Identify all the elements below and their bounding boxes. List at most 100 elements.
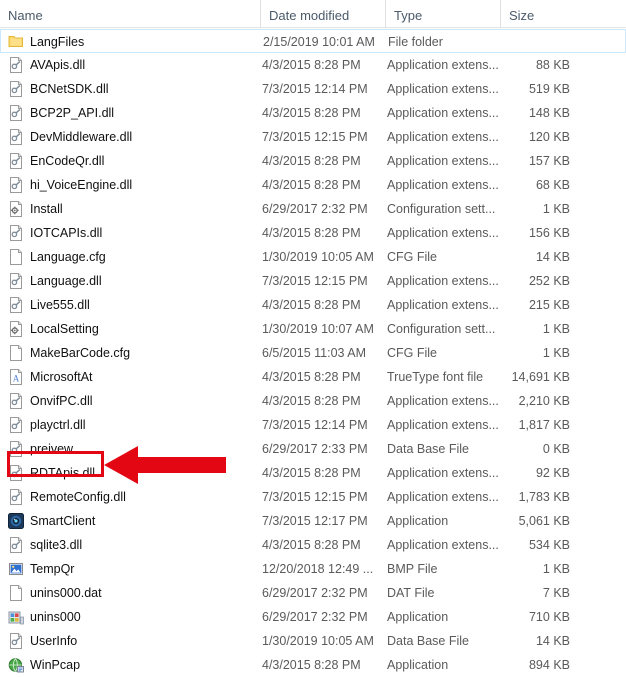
table-row[interactable]: Language.dll 7/3/2015 12:15 PM Application… bbox=[0, 269, 626, 293]
column-header-name[interactable]: Name bbox=[0, 0, 260, 28]
table-row[interactable]: OnvifPC.dll 4/3/2015 8:28 PM Application e… bbox=[0, 389, 626, 413]
table-row[interactable]: MakeBarCode.cfg 6/5/2015 11:03 AM CFG File… bbox=[0, 341, 626, 365]
cell-size: 1 KB bbox=[542, 202, 570, 216]
table-row[interactable]: DevMiddleware.dll 7/3/2015 12:15 PM Applic… bbox=[0, 125, 626, 149]
table-row[interactable]: unins000.dat 6/29/2017 2:32 PM DAT File 7 K… bbox=[0, 581, 626, 605]
cell-type: DAT File bbox=[387, 586, 435, 600]
table-row[interactable]: SmartClient 7/3/2015 12:17 PM Application 5… bbox=[0, 509, 626, 533]
cell-date-modified: 1/30/2019 10:05 AM bbox=[262, 250, 374, 264]
cell-type: File folder bbox=[388, 35, 443, 49]
cell-date-modified: 4/3/2015 8:28 PM bbox=[262, 298, 361, 312]
cell-date-modified: 7/3/2015 12:17 PM bbox=[262, 514, 368, 528]
cell-type: Application bbox=[387, 610, 449, 624]
table-row[interactable]: Install 6/29/2017 2:32 PM Configuration se… bbox=[0, 197, 626, 221]
table-row[interactable]: TempQr 12/20/2018 12:49 ... BMP File 1 KB bbox=[0, 557, 626, 581]
cell-date-modified: 7/3/2015 12:14 PM bbox=[262, 418, 368, 432]
cell-date-modified: 6/29/2017 2:32 PM bbox=[262, 586, 368, 600]
table-row[interactable]: LangFiles 2/15/2019 10:01 AM File folder bbox=[0, 29, 626, 53]
cell-size: 894 KB bbox=[528, 658, 570, 672]
cell-size: 92 KB bbox=[535, 466, 570, 480]
cell-date-modified: 7/3/2015 12:14 PM bbox=[262, 82, 368, 96]
table-row[interactable]: EnCodeQr.dll 4/3/2015 8:28 PM Application … bbox=[0, 149, 626, 173]
cell-date-modified: 7/3/2015 12:15 PM bbox=[262, 490, 368, 504]
cell-file-name: IOTCAPIs.dll bbox=[30, 226, 103, 240]
cell-size: 14 KB bbox=[535, 250, 570, 264]
cell-type: Application extens... bbox=[387, 58, 499, 72]
table-row[interactable]: UserInfo 1/30/2019 10:05 AM Data Base File… bbox=[0, 629, 626, 653]
cell-type: Application bbox=[387, 658, 449, 672]
table-row[interactable]: preivew 6/29/2017 2:33 PM Data Base File 0 … bbox=[0, 437, 626, 461]
cell-type: Application extens... bbox=[387, 466, 499, 480]
column-header-type[interactable]: Type bbox=[385, 0, 500, 28]
cell-size: 519 KB bbox=[528, 82, 570, 96]
cell-size: 1,817 KB bbox=[518, 418, 570, 432]
cell-type: Application bbox=[387, 514, 449, 528]
cell-type: Application extens... bbox=[387, 226, 499, 240]
cell-size: 1,783 KB bbox=[518, 490, 570, 504]
table-row[interactable]: hi_VoiceEngine.dll 4/3/2015 8:28 PM Applic… bbox=[0, 173, 626, 197]
file-list: LangFiles 2/15/2019 10:01 AM File folder AV… bbox=[0, 29, 626, 677]
table-row[interactable]: IOTCAPIs.dll 4/3/2015 8:28 PM Application … bbox=[0, 221, 626, 245]
cell-type: Configuration sett... bbox=[387, 202, 496, 216]
cell-size bbox=[501, 30, 571, 54]
cell-type: Application extens... bbox=[387, 394, 499, 408]
cell-date-modified: 4/3/2015 8:28 PM bbox=[262, 370, 361, 384]
cell-file-name: LocalSetting bbox=[30, 322, 99, 336]
table-row[interactable]: BCNetSDK.dll 7/3/2015 12:14 PM Application… bbox=[0, 77, 626, 101]
cell-file-name: sqlite3.dll bbox=[30, 538, 83, 552]
table-row[interactable]: AVApis.dll 4/3/2015 8:28 PM Application ex… bbox=[0, 53, 626, 77]
cell-file-name: RDTApis.dll bbox=[30, 466, 96, 480]
cell-file-name: Live555.dll bbox=[30, 298, 90, 312]
cell-file-name: EnCodeQr.dll bbox=[30, 154, 105, 168]
table-row[interactable]: sqlite3.dll 4/3/2015 8:28 PM Application e… bbox=[0, 533, 626, 557]
cell-type: Configuration sett... bbox=[387, 322, 496, 336]
cell-size: 534 KB bbox=[528, 538, 570, 552]
cell-type: Application extens... bbox=[387, 154, 499, 168]
cell-date-modified: 4/3/2015 8:28 PM bbox=[262, 394, 361, 408]
table-row[interactable]: RemoteConfig.dll 7/3/2015 12:15 PM Applica… bbox=[0, 485, 626, 509]
table-row[interactable]: LocalSetting 1/30/2019 10:07 AM Configurat… bbox=[0, 317, 626, 341]
cell-file-name: unins000 bbox=[30, 610, 81, 624]
cell-type: CFG File bbox=[387, 346, 437, 360]
cell-date-modified: 6/29/2017 2:32 PM bbox=[262, 610, 368, 624]
cell-type: Application extens... bbox=[387, 538, 499, 552]
cell-type: Application extens... bbox=[387, 178, 499, 192]
cell-size: 148 KB bbox=[528, 106, 570, 120]
table-row[interactable]: Live555.dll 4/3/2015 8:28 PM Application e… bbox=[0, 293, 626, 317]
cell-file-name: WinPcap bbox=[30, 658, 81, 672]
table-row[interactable]: WinPcap 4/3/2015 8:28 PM Application 894 KB bbox=[0, 653, 626, 677]
table-row[interactable]: Language.cfg 1/30/2019 10:05 AM CFG File 14… bbox=[0, 245, 626, 269]
table-row[interactable]: unins000 6/29/2017 2:32 PM Application 710 … bbox=[0, 605, 626, 629]
table-row[interactable]: playctrl.dll 7/3/2015 12:14 PM Application… bbox=[0, 413, 626, 437]
table-row[interactable]: BCP2P_API.dll 4/3/2015 8:28 PM Application… bbox=[0, 101, 626, 125]
cell-date-modified: 6/5/2015 11:03 AM bbox=[262, 346, 367, 360]
table-row[interactable]: A MicrosoftAt 4/3/2015 8:28 PM TrueType fon… bbox=[0, 365, 626, 389]
cell-type: Application extens... bbox=[387, 106, 499, 120]
cell-date-modified: 4/3/2015 8:28 PM bbox=[262, 178, 361, 192]
cell-date-modified: 12/20/2018 12:49 ... bbox=[262, 562, 374, 576]
column-header-row: Name Date modified Type Size bbox=[0, 0, 626, 28]
column-header-size[interactable]: Size bbox=[500, 0, 626, 28]
cell-date-modified: 7/3/2015 12:15 PM bbox=[262, 274, 368, 288]
cell-file-name: AVApis.dll bbox=[30, 58, 86, 72]
cell-file-name: hi_VoiceEngine.dll bbox=[30, 178, 133, 192]
cell-type: Application extens... bbox=[387, 298, 499, 312]
cell-size: 2,210 KB bbox=[518, 394, 570, 408]
cell-file-name: BCP2P_API.dll bbox=[30, 106, 115, 120]
cell-file-name: UserInfo bbox=[30, 634, 78, 648]
cell-date-modified: 4/3/2015 8:28 PM bbox=[262, 538, 361, 552]
table-row[interactable]: RDTApis.dll 4/3/2015 8:28 PM Application e… bbox=[0, 461, 626, 485]
cell-type: Application extens... bbox=[387, 418, 499, 432]
cell-size: 156 KB bbox=[528, 226, 570, 240]
cell-file-name: MicrosoftAt bbox=[30, 370, 93, 384]
cell-date-modified: 4/3/2015 8:28 PM bbox=[262, 226, 361, 240]
cell-size: 0 KB bbox=[542, 442, 570, 456]
cell-size: 215 KB bbox=[528, 298, 570, 312]
cell-date-modified: 6/29/2017 2:33 PM bbox=[262, 442, 368, 456]
cell-date-modified: 6/29/2017 2:32 PM bbox=[262, 202, 368, 216]
cell-type: Data Base File bbox=[387, 634, 469, 648]
cell-date-modified: 4/3/2015 8:28 PM bbox=[262, 658, 361, 672]
cell-date-modified: 2/15/2019 10:01 AM bbox=[263, 35, 375, 49]
cell-size: 1 KB bbox=[542, 562, 570, 576]
column-header-date-modified[interactable]: Date modified bbox=[260, 0, 385, 28]
